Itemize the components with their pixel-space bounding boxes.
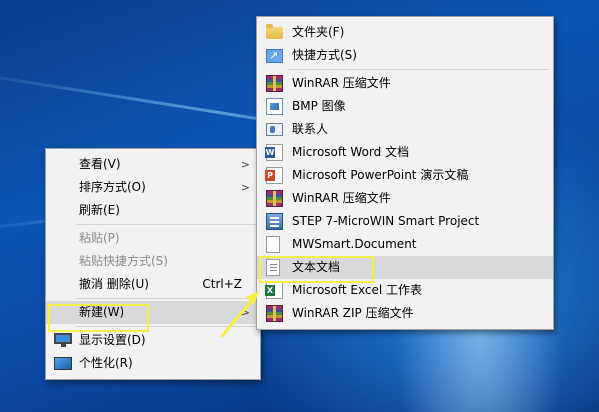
annotation-arrow-icon [220, 291, 259, 338]
